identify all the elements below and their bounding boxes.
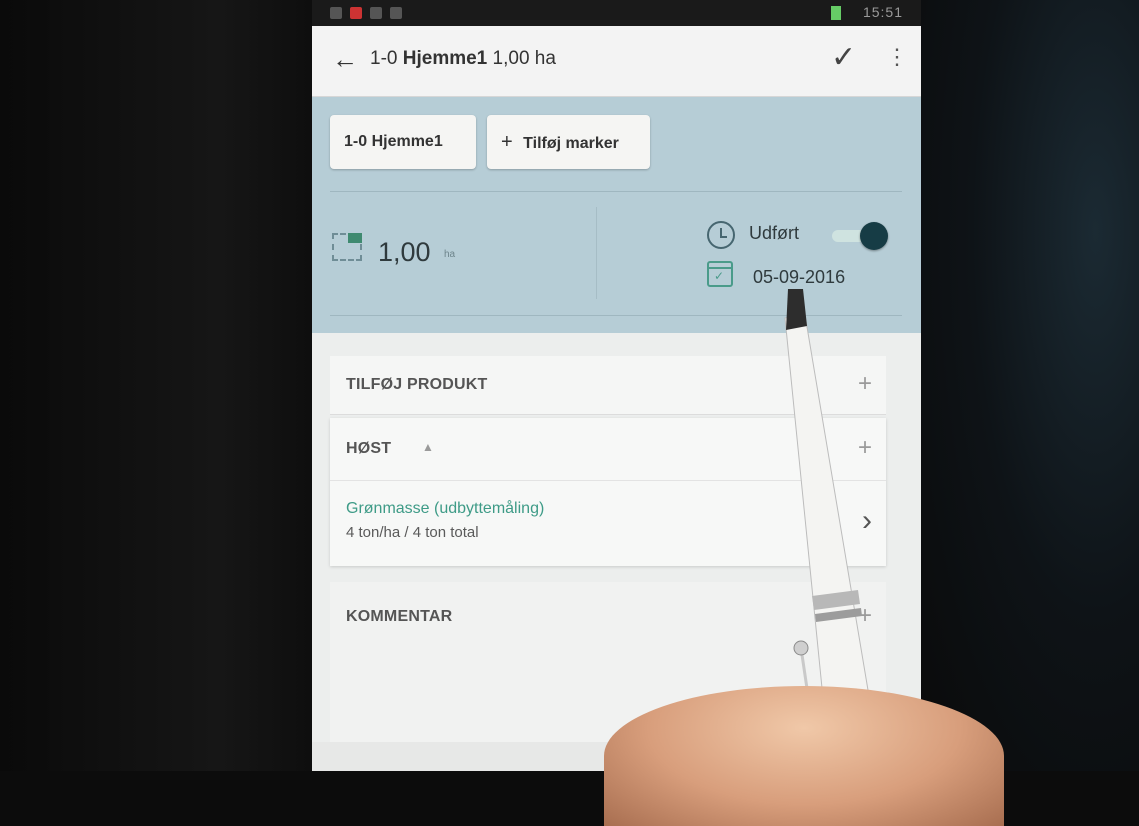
area-unit: ha: [444, 249, 456, 260]
add-product-plus-icon[interactable]: +: [858, 370, 872, 398]
toggle-knob: [860, 222, 888, 250]
comment-label: KOMMENTAR: [346, 608, 453, 625]
field-area: 1,00 ha: [492, 48, 556, 69]
product-name[interactable]: Grønmasse (udbyttemåling): [346, 500, 544, 518]
divider-vertical: [596, 207, 597, 299]
area-icon: [332, 233, 362, 261]
product-amount: 4 ton/ha / 4 ton total: [346, 524, 479, 541]
phone-screen: 15:51 ← 1-0 Hjemme1 1,00 ha ✓ ⋮ 1-0 Hjem…: [312, 0, 921, 771]
task-header: 1-0 Hjemme1 + Tilføj marker 1,00 ha Udfø…: [312, 97, 921, 333]
field-name: Hjemme1: [402, 48, 488, 69]
status-bar: 15:51: [312, 0, 921, 26]
add-product-row[interactable]: TILFØJ PRODUKT +: [330, 356, 886, 415]
comment-plus-icon[interactable]: +: [858, 602, 872, 630]
check-icon[interactable]: ✓: [831, 40, 856, 75]
background-right: [921, 0, 1139, 771]
harvest-label: HØST: [346, 440, 392, 457]
notification-icons: [330, 6, 420, 19]
page-title: 1-0 Hjemme1 1,00 ha: [370, 48, 556, 70]
harvest-plus-icon[interactable]: +: [858, 434, 872, 462]
harvest-card: HØST ▲ + Grønmasse (udbyttemåling) 4 ton…: [330, 418, 886, 566]
collapse-arrow-icon[interactable]: ▲: [422, 440, 434, 454]
hand: [604, 686, 1004, 826]
divider: [330, 315, 902, 316]
arrow-back-icon[interactable]: ←: [332, 44, 358, 75]
background-left: [0, 0, 312, 771]
battery-icon: [831, 6, 841, 20]
divider: [330, 191, 902, 192]
clock-icon: [707, 221, 735, 249]
field-chip[interactable]: 1-0 Hjemme1: [330, 115, 476, 169]
chevron-right-icon[interactable]: ›: [862, 504, 872, 538]
add-field-button[interactable]: + Tilføj marker: [487, 115, 650, 169]
add-field-label: Tilføj marker: [523, 135, 619, 152]
divider: [330, 480, 886, 481]
calendar-icon[interactable]: [707, 261, 733, 287]
more-vert-icon[interactable]: ⋮: [886, 44, 908, 70]
field-id: 1-0: [370, 48, 398, 69]
status-label: Udført: [749, 223, 800, 243]
done-toggle[interactable]: [832, 222, 890, 250]
plus-icon: +: [501, 131, 513, 153]
area-value[interactable]: 1,00: [378, 237, 431, 268]
add-product-label: TILFØJ PRODUKT: [346, 376, 488, 393]
status-time: 15:51: [862, 4, 903, 20]
date-value[interactable]: 05-09-2016: [753, 267, 845, 288]
app-bar: ← 1-0 Hjemme1 1,00 ha ✓ ⋮: [312, 26, 921, 97]
